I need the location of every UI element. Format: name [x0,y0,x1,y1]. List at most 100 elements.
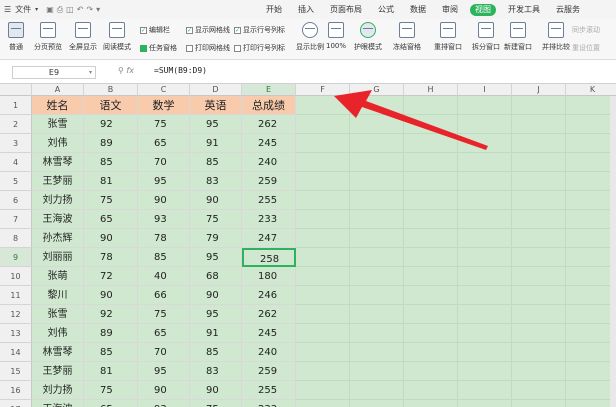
tab-insert[interactable]: 插入 [290,0,322,19]
vertical-scrollbar[interactable] [610,96,616,407]
save-icon[interactable]: ▣ [46,5,54,15]
table-cell[interactable]: 65 [84,210,138,229]
table-cell[interactable]: 93 [138,210,190,229]
rearrange-windows-button[interactable]: 重排窗口 [434,22,462,52]
task-pane-checkbox[interactable]: 任务窗格 [140,43,177,53]
file-menu[interactable]: 文件 [15,4,31,15]
column-header-c[interactable]: C [138,84,190,96]
table-cell[interactable]: 刘伟 [32,324,84,343]
table-cell[interactable]: 95 [190,248,242,267]
table-cell[interactable]: 75 [84,191,138,210]
table-cell[interactable]: 90 [84,286,138,305]
header-cell[interactable]: 语文 [84,96,138,115]
table-cell[interactable]: 246 [242,286,296,305]
table-cell[interactable]: 180 [242,267,296,286]
header-cell[interactable]: 英语 [190,96,242,115]
tab-developer[interactable]: 开发工具 [500,0,548,19]
eye-protection-button[interactable]: 护眼模式 [354,22,382,52]
row-header-16[interactable]: 16 [0,381,32,400]
show-gridlines-checkbox[interactable]: ✓ 显示网格线 [186,25,230,35]
tab-formulas[interactable]: 公式 [370,0,402,19]
table-cell[interactable]: 81 [84,362,138,381]
row-header-14[interactable]: 14 [0,343,32,362]
table-cell[interactable]: 85 [190,153,242,172]
table-cell[interactable]: 92 [84,305,138,324]
table-cell[interactable]: 40 [138,267,190,286]
table-cell[interactable]: 68 [190,267,242,286]
side-by-side-button[interactable]: 并排比较 [542,22,570,52]
table-cell[interactable]: 75 [84,381,138,400]
fx-icon[interactable]: fx [126,66,134,75]
name-box[interactable]: E9 ▾ [12,66,96,79]
row-header-10[interactable]: 10 [0,267,32,286]
zoom-100-button[interactable]: 100% [326,22,346,50]
tab-home[interactable]: 开始 [258,0,290,19]
full-screen-button[interactable]: 全屏显示 [69,22,97,52]
table-cell[interactable]: 245 [242,324,296,343]
tab-review[interactable]: 审阅 [434,0,466,19]
column-header-d[interactable]: D [190,84,242,96]
table-cell[interactable]: 259 [242,362,296,381]
row-header-4[interactable]: 4 [0,153,32,172]
page-break-button[interactable]: 分页预览 [34,22,62,52]
table-cell[interactable]: 79 [190,229,242,248]
row-header-1[interactable]: 1 [0,96,32,115]
table-cell[interactable]: 78 [138,229,190,248]
table-cell[interactable]: 王海波 [32,400,84,407]
table-cell[interactable]: 张雪 [32,115,84,134]
table-cell[interactable]: 王海波 [32,210,84,229]
column-header-i[interactable]: I [458,84,512,96]
table-cell[interactable]: 黎川 [32,286,84,305]
reading-mode-button[interactable]: 阅读模式 [103,22,131,52]
table-cell[interactable]: 刘丽丽 [32,248,84,267]
header-cell[interactable]: 姓名 [32,96,84,115]
column-header-f[interactable]: F [296,84,350,96]
freeze-panes-button[interactable]: 冻结窗格 [393,22,421,52]
table-cell[interactable]: 247 [242,229,296,248]
table-cell[interactable]: 258 [242,248,296,267]
column-header-a[interactable]: A [32,84,84,96]
table-cell[interactable]: 81 [84,172,138,191]
table-cell[interactable]: 刘伟 [32,134,84,153]
table-cell[interactable]: 90 [190,286,242,305]
new-window-button[interactable]: 新建窗口 [504,22,532,52]
table-cell[interactable]: 89 [84,324,138,343]
table-cell[interactable]: 75 [190,400,242,407]
table-cell[interactable]: 92 [84,115,138,134]
edit-bar-checkbox[interactable]: ✓ 编辑栏 [140,25,170,35]
zoom-button[interactable]: 显示比例 [296,22,324,52]
table-cell[interactable]: 65 [138,324,190,343]
zoom-search-icon[interactable]: ⚲ [118,66,124,75]
print-headers-checkbox[interactable]: 打印行号列标 [234,43,285,53]
formula-input[interactable]: =SUM(B9:D9) [154,66,207,75]
table-cell[interactable]: 66 [138,286,190,305]
reset-position-button[interactable]: 重设位置 [572,43,600,53]
table-cell[interactable]: 255 [242,381,296,400]
column-header-j[interactable]: J [512,84,566,96]
table-cell[interactable]: 75 [138,115,190,134]
hamburger-icon[interactable]: ☰ [4,5,11,14]
name-box-dropdown-icon[interactable]: ▾ [89,67,92,78]
row-header-7[interactable]: 7 [0,210,32,229]
redo-icon[interactable]: ↷ [86,5,93,15]
row-header-17[interactable]: 17 [0,400,32,407]
table-cell[interactable]: 95 [190,305,242,324]
table-cell[interactable]: 张雪 [32,305,84,324]
table-cell[interactable]: 83 [190,362,242,381]
table-cell[interactable]: 72 [84,267,138,286]
column-header-g[interactable]: G [350,84,404,96]
column-header-e[interactable]: E [242,84,296,96]
table-cell[interactable]: 95 [138,362,190,381]
table-cell[interactable]: 85 [84,153,138,172]
table-cell[interactable]: 91 [190,134,242,153]
table-cell[interactable]: 75 [138,305,190,324]
print-gridlines-checkbox[interactable]: 打印网格线 [186,43,230,53]
print-icon[interactable]: ⎙ [57,5,63,15]
table-cell[interactable]: 85 [190,343,242,362]
table-cell[interactable]: 65 [138,134,190,153]
file-dropdown-icon[interactable]: ▾ [35,6,38,13]
select-all-corner[interactable] [0,84,32,96]
header-cell[interactable]: 数学 [138,96,190,115]
row-header-3[interactable]: 3 [0,134,32,153]
table-cell[interactable]: 83 [190,172,242,191]
